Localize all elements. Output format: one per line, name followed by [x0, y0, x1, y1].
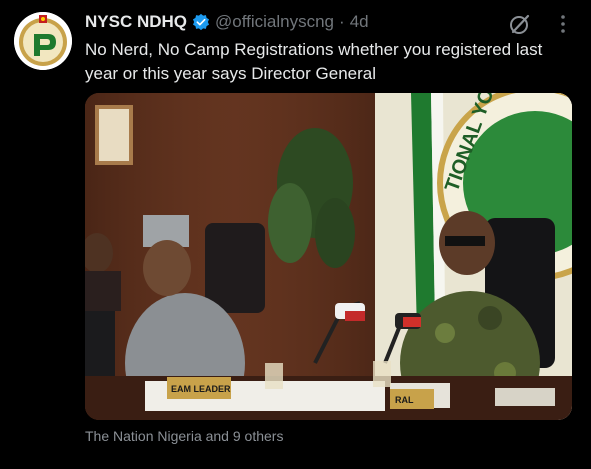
- tweet-image[interactable]: TIONAL YOU EAM LEADER RAL: [85, 93, 572, 420]
- more-options-icon[interactable]: [555, 12, 571, 36]
- avatar[interactable]: [14, 12, 72, 70]
- press-briefing-photo: TIONAL YOU EAM LEADER RAL: [85, 93, 572, 420]
- tweet-header: NYSC NDHQ @officialnyscng · 4d: [85, 10, 369, 34]
- verified-badge-icon: [192, 13, 210, 31]
- timestamp[interactable]: 4d: [350, 12, 369, 32]
- tweet-text: No Nerd, No Camp Registrations whether y…: [85, 40, 543, 83]
- reposted-by[interactable]: The Nation Nigeria and 9 others: [85, 428, 283, 444]
- author-handle[interactable]: @officialnyscng: [215, 12, 334, 32]
- separator-dot: ·: [339, 12, 345, 31]
- author-name[interactable]: NYSC NDHQ: [85, 12, 187, 32]
- tweet-card[interactable]: NYSC NDHQ @officialnyscng · 4d No Nerd, …: [0, 0, 591, 469]
- grok-icon[interactable]: [508, 12, 532, 36]
- nameplate-right: RAL: [395, 395, 414, 405]
- nameplate-left: EAM LEADER: [171, 384, 231, 394]
- nysc-logo-icon: [14, 12, 72, 70]
